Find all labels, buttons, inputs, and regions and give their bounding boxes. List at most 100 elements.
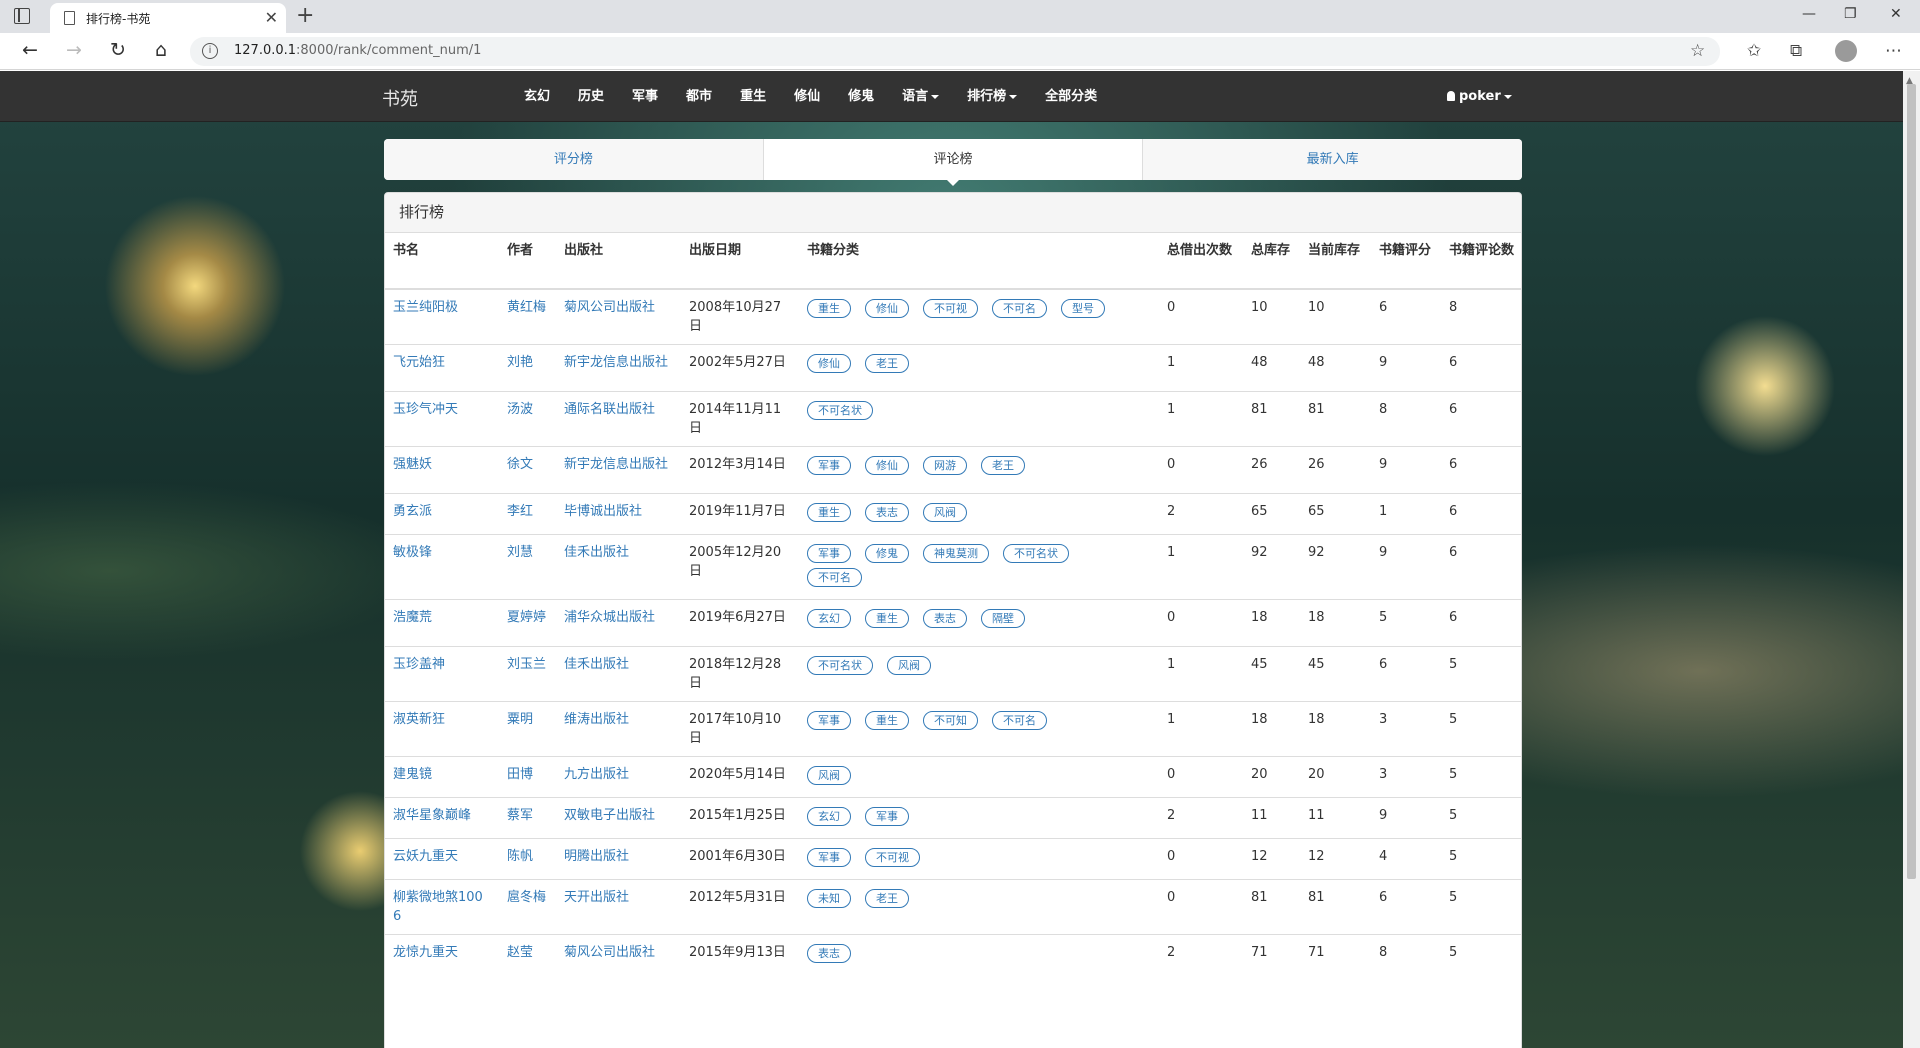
category-tag[interactable]: 重生 (807, 503, 851, 522)
scrollbar-thumb[interactable] (1907, 84, 1916, 879)
publisher-link[interactable]: 明腾出版社 (564, 849, 629, 864)
author-link[interactable]: 蔡军 (507, 808, 533, 823)
book-name-link[interactable]: 云妖九重天 (393, 849, 458, 864)
publisher-link[interactable]: 九方出版社 (564, 767, 629, 782)
author-link[interactable]: 赵莹 (507, 945, 533, 960)
category-tag[interactable]: 修仙 (807, 354, 851, 373)
publisher-link[interactable]: 毕博诚出版社 (564, 504, 642, 519)
category-tag[interactable]: 不可名 (992, 711, 1047, 730)
category-tag[interactable]: 不可名状 (807, 656, 873, 675)
author-link[interactable]: 夏婷婷 (507, 610, 546, 625)
category-tag[interactable]: 不可名状 (807, 401, 873, 420)
restore-icon[interactable]: ❐ (1844, 6, 1857, 22)
tab-score-rank[interactable]: 评分榜 (384, 139, 764, 180)
category-tag[interactable]: 风阀 (807, 766, 851, 785)
category-tag[interactable]: 不可名状 (1003, 544, 1069, 563)
book-name-link[interactable]: 淑英新狂 (393, 712, 445, 727)
site-brand[interactable]: 书苑 (382, 85, 418, 111)
nav-dropdown-rank[interactable]: 排行榜 (953, 71, 1031, 122)
category-tag[interactable]: 风阀 (887, 656, 931, 675)
nav-item-xuanhuan[interactable]: 玄幻 (510, 71, 564, 122)
nav-item-all-categories[interactable]: 全部分类 (1031, 71, 1111, 122)
author-link[interactable]: 黄红梅 (507, 300, 546, 315)
home-icon[interactable]: ⌂ (149, 39, 173, 61)
author-link[interactable]: 刘艳 (507, 355, 533, 370)
category-tag[interactable]: 军事 (807, 544, 851, 563)
refresh-icon[interactable]: ↻ (106, 39, 130, 61)
close-tab-icon[interactable]: ✕ (265, 8, 278, 27)
category-tag[interactable]: 表志 (807, 944, 851, 963)
category-tag[interactable]: 神鬼莫测 (923, 544, 989, 563)
category-tag[interactable]: 军事 (865, 807, 909, 826)
close-window-icon[interactable]: ✕ (1890, 6, 1902, 22)
author-link[interactable]: 粟明 (507, 712, 533, 727)
publisher-link[interactable]: 天开出版社 (564, 890, 629, 905)
nav-item-chongsheng[interactable]: 重生 (726, 71, 780, 122)
user-dropdown[interactable]: poker (1447, 71, 1512, 122)
browser-tab[interactable]: 排行榜-书苑 ✕ (50, 3, 286, 33)
book-name-link[interactable]: 玉珍气冲天 (393, 402, 458, 417)
category-tag[interactable]: 网游 (923, 456, 967, 475)
category-tag[interactable]: 修仙 (865, 456, 909, 475)
category-tag[interactable]: 不可名 (807, 568, 862, 587)
book-name-link[interactable]: 建鬼镜 (393, 767, 432, 782)
category-tag[interactable]: 风阀 (923, 503, 967, 522)
category-tag[interactable]: 不可视 (923, 299, 978, 318)
address-bar[interactable]: i 127.0.0.1:8000/rank/comment_num/1 ☆ (190, 37, 1720, 66)
nav-item-junshi[interactable]: 军事 (618, 71, 672, 122)
tab-comment-rank[interactable]: 评论榜 (763, 139, 1144, 186)
publisher-link[interactable]: 通际名联出版社 (564, 402, 655, 417)
author-link[interactable]: 刘慧 (507, 545, 533, 560)
category-tag[interactable]: 型号 (1061, 299, 1105, 318)
category-tag[interactable]: 军事 (807, 848, 851, 867)
publisher-link[interactable]: 佳禾出版社 (564, 657, 629, 672)
new-tab-button[interactable]: + (296, 3, 314, 28)
author-link[interactable]: 陈帆 (507, 849, 533, 864)
category-tag[interactable]: 老王 (981, 456, 1025, 475)
add-favorite-icon[interactable]: ☆ (1690, 41, 1705, 61)
category-tag[interactable]: 表志 (865, 503, 909, 522)
nav-item-xiugui[interactable]: 修鬼 (834, 71, 888, 122)
favorites-icon[interactable]: ✩ (1747, 41, 1761, 61)
category-tag[interactable]: 玄幻 (807, 609, 851, 628)
category-tag[interactable]: 修鬼 (865, 544, 909, 563)
nav-dropdown-language[interactable]: 语言 (888, 71, 953, 122)
publisher-link[interactable]: 维涛出版社 (564, 712, 629, 727)
nav-item-lishi[interactable]: 历史 (564, 71, 618, 122)
publisher-link[interactable]: 新宇龙信息出版社 (564, 457, 668, 472)
author-link[interactable]: 田博 (507, 767, 533, 782)
book-name-link[interactable]: 敏极锋 (393, 545, 432, 560)
category-tag[interactable]: 军事 (807, 456, 851, 475)
category-tag[interactable]: 重生 (807, 299, 851, 318)
category-tag[interactable]: 未知 (807, 889, 851, 908)
publisher-link[interactable]: 浦华众城出版社 (564, 610, 655, 625)
minimize-icon[interactable]: — (1802, 6, 1816, 22)
back-icon[interactable]: ← (18, 39, 42, 61)
site-info-icon[interactable]: i (202, 43, 218, 59)
book-name-link[interactable]: 飞元始狂 (393, 355, 445, 370)
book-name-link[interactable]: 浩魔荒 (393, 610, 432, 625)
category-tag[interactable]: 老王 (865, 889, 909, 908)
profile-avatar[interactable] (1835, 40, 1857, 62)
category-tag[interactable]: 不可知 (923, 711, 978, 730)
book-name-link[interactable]: 柳紫微地煞1006 (393, 890, 483, 924)
tab-actions-icon[interactable] (14, 8, 30, 24)
author-link[interactable]: 李红 (507, 504, 533, 519)
category-tag[interactable]: 军事 (807, 711, 851, 730)
author-link[interactable]: 刘玉兰 (507, 657, 546, 672)
category-tag[interactable]: 重生 (865, 609, 909, 628)
publisher-link[interactable]: 菊风公司出版社 (564, 945, 655, 960)
category-tag[interactable]: 玄幻 (807, 807, 851, 826)
publisher-link[interactable]: 双敏电子出版社 (564, 808, 655, 823)
author-link[interactable]: 扈冬梅 (507, 890, 546, 905)
author-link[interactable]: 汤波 (507, 402, 533, 417)
book-name-link[interactable]: 勇玄派 (393, 504, 432, 519)
book-name-link[interactable]: 淑华星象巅峰 (393, 808, 471, 823)
book-name-link[interactable]: 玉兰纯阳极 (393, 300, 458, 315)
publisher-link[interactable]: 菊风公司出版社 (564, 300, 655, 315)
category-tag[interactable]: 不可视 (865, 848, 920, 867)
nav-item-dushi[interactable]: 都市 (672, 71, 726, 122)
category-tag[interactable]: 隔壁 (981, 609, 1025, 628)
category-tag[interactable]: 修仙 (865, 299, 909, 318)
book-name-link[interactable]: 强魅妖 (393, 457, 432, 472)
